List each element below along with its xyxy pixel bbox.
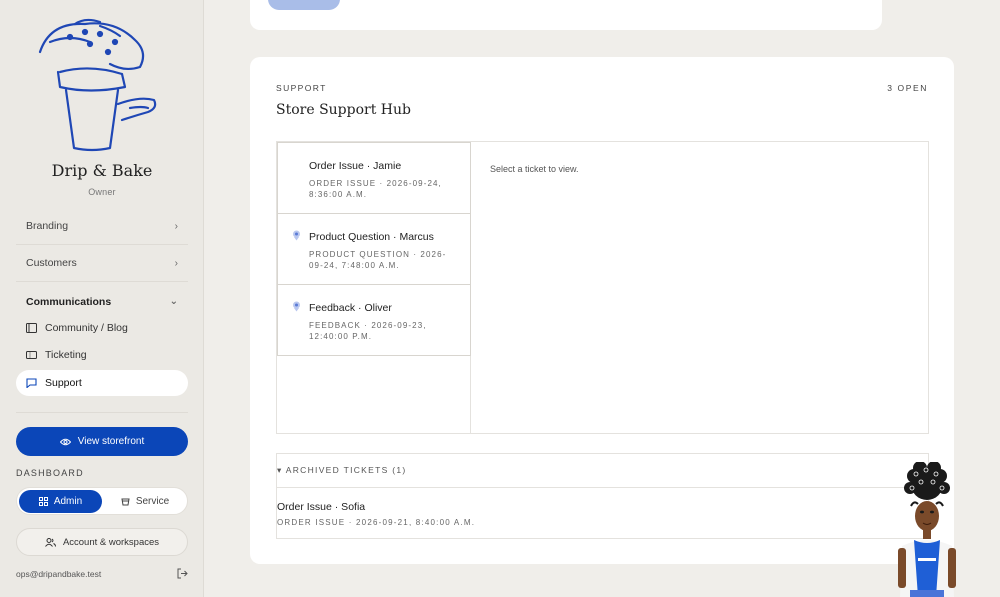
mode-admin-button[interactable]: Admin xyxy=(19,490,102,513)
ticket-item[interactable]: Order Issue · Jamie ORDER ISSUE · 2026-0… xyxy=(277,142,471,214)
view-storefront-button[interactable]: View storefront xyxy=(16,427,188,456)
archived-ticket-title[interactable]: Order Issue · Sofia xyxy=(277,501,365,513)
sidebar: Drip & Bake Owner Branding › Customers ›… xyxy=(0,0,204,597)
account-workspaces-button[interactable]: Account & workspaces xyxy=(16,528,188,556)
sidebar-item-label: Support xyxy=(45,377,82,389)
croissant-cup-logo-icon xyxy=(38,18,157,152)
sidebar-divider xyxy=(16,412,188,413)
ticket-item[interactable]: Product Question · Marcus PRODUCT QUESTI… xyxy=(277,213,471,285)
nav-customers-label: Customers xyxy=(26,257,77,269)
previous-card xyxy=(250,0,882,30)
ticket-title: Product Question · Marcus xyxy=(309,231,434,243)
grid-icon xyxy=(38,497,48,506)
previous-card-button[interactable] xyxy=(268,0,340,10)
chevron-right-icon: › xyxy=(174,257,178,269)
logout-icon[interactable] xyxy=(177,568,188,579)
mode-toggle: Admin Service xyxy=(16,487,188,515)
section-eyebrow: SUPPORT xyxy=(276,83,327,93)
ticket-meta: FEEDBACK · 2026-09-23, 12:40:00 P.M. xyxy=(309,321,427,341)
chevron-right-icon: › xyxy=(174,220,178,232)
user-email: ops@dripandbake.test xyxy=(16,569,102,579)
account-workspaces-label: Account & workspaces xyxy=(62,536,160,548)
sidebar-item-support[interactable]: Support xyxy=(16,370,188,396)
brand-role: Owner xyxy=(88,187,116,197)
support-card: SUPPORT 3 OPEN Store Support Hub Order I… xyxy=(250,57,954,564)
ticket-item[interactable]: Feedback · Oliver FEEDBACK · 2026-09-23,… xyxy=(277,284,471,356)
dashboard-label: DASHBOARD xyxy=(16,468,84,478)
nav-branding[interactable]: Branding › xyxy=(16,208,188,245)
chevron-down-icon: ⌄ xyxy=(169,296,178,307)
page-title: Store Support Hub xyxy=(276,102,411,118)
eye-icon xyxy=(59,438,71,445)
mode-admin-label: Admin xyxy=(53,496,83,507)
nav-customers[interactable]: Customers › xyxy=(16,245,188,282)
users-icon xyxy=(45,537,56,547)
ticket-title: Feedback · Oliver xyxy=(309,302,392,314)
sidebar-item-label: Ticketing xyxy=(45,349,87,361)
open-count-badge: 3 OPEN xyxy=(887,83,928,93)
sidebar-item-label: Community / Blog xyxy=(45,322,128,334)
sidebar-item-ticketing[interactable]: Ticketing xyxy=(16,342,188,368)
ticket-meta: PRODUCT QUESTION · 2026-09-24, 7:48:00 A… xyxy=(309,250,447,270)
brand-name: Drip & Bake xyxy=(51,161,153,180)
ticket-panel: Order Issue · Jamie ORDER ISSUE · 2026-0… xyxy=(276,141,929,434)
assistant-avatar[interactable] xyxy=(896,462,958,597)
mode-service-button[interactable]: Service xyxy=(105,490,185,513)
ticket-meta: ORDER ISSUE · 2026-09-24, 8:36:00 A.M. xyxy=(309,179,442,199)
view-storefront-label: View storefront xyxy=(77,436,145,447)
book-icon xyxy=(26,323,37,333)
mode-service-label: Service xyxy=(135,496,170,507)
customer-avatar-icon xyxy=(293,230,300,241)
nav-branding-label: Branding xyxy=(26,220,69,232)
chat-icon xyxy=(26,378,37,388)
archived-tickets: ▾ ARCHIVED TICKETS (1) Order Issue · Sof… xyxy=(276,453,929,539)
customer-avatar-icon xyxy=(293,301,300,312)
sidebar-item-community-blog[interactable]: Community / Blog xyxy=(16,315,188,341)
ticket-icon xyxy=(26,351,37,359)
archived-tickets-toggle[interactable]: ▾ ARCHIVED TICKETS (1) xyxy=(277,454,928,488)
ticket-detail-empty: Select a ticket to view. xyxy=(490,164,579,174)
nav-communications-label: Communications xyxy=(26,295,112,308)
archived-ticket-meta: ORDER ISSUE · 2026-09-21, 8:40:00 A.M. xyxy=(277,518,476,527)
ticket-list: Order Issue · Jamie ORDER ISSUE · 2026-0… xyxy=(277,142,471,433)
ticket-title: Order Issue · Jamie xyxy=(309,160,402,172)
cup-icon xyxy=(121,498,130,506)
